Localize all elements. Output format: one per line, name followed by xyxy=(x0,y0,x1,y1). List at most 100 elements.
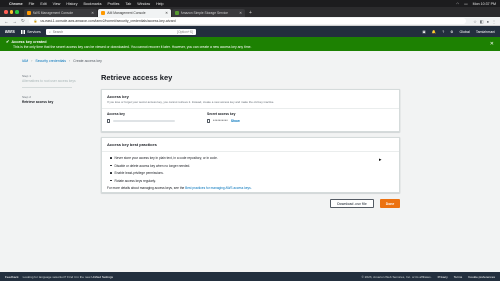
best-practices-link[interactable]: Best practices for managing AWS access k… xyxy=(185,186,252,190)
copyright-text: © 2023, Amazon Web Services, Inc. or its… xyxy=(361,274,432,279)
wizard-step-1: Step 1 Alternatives to root user access … xyxy=(22,74,82,88)
panel-title: Access key xyxy=(107,94,129,99)
download-csv-button[interactable]: Download .csv file xyxy=(330,199,374,208)
close-tab-icon[interactable]: ✕ xyxy=(165,11,168,15)
browser-toolbar: ← → ↻ 🔒 us-east-1.console.aws.amazon.com… xyxy=(0,17,500,26)
macos-menu-bar: Chrome File Edit View History Bookmarks … xyxy=(0,0,500,7)
reload-icon[interactable]: ↻ xyxy=(21,18,25,24)
battery-icon[interactable]: ▭ xyxy=(464,2,467,6)
menu-help[interactable]: Help xyxy=(156,2,163,6)
tab-title: Amazon Simple Storage Service xyxy=(180,11,228,15)
cloudshell-icon[interactable]: ▣ xyxy=(422,30,425,34)
menu-clock[interactable]: Mon 10:37 PM xyxy=(473,2,496,6)
account-menu[interactable]: Tamizhmani xyxy=(476,30,495,34)
access-key-redacted xyxy=(113,119,175,122)
browser-tab-iam[interactable]: IAM Management Console ✕ xyxy=(98,9,171,17)
aws-logo[interactable]: aws xyxy=(5,29,15,35)
wizard-steps: Step 1 Alternatives to root user access … xyxy=(22,74,82,111)
show-secret-link[interactable]: Show xyxy=(231,119,240,123)
breadcrumb-separator-icon: › xyxy=(31,59,33,63)
more-details-text: For more details about managing access k… xyxy=(107,186,394,190)
services-menu[interactable]: Services xyxy=(21,29,41,34)
maximize-window-button[interactable] xyxy=(15,10,19,14)
done-button[interactable]: Done xyxy=(380,199,400,208)
terms-link[interactable]: Terms xyxy=(454,275,462,279)
help-icon[interactable]: ? xyxy=(442,30,444,34)
unified-settings-link[interactable]: Unified Settings xyxy=(91,275,113,279)
access-key-label: Access key xyxy=(107,112,125,116)
forward-icon[interactable]: → xyxy=(13,19,18,24)
search-icon: ⌕ xyxy=(48,29,51,34)
profile-icon[interactable]: ● xyxy=(487,19,489,24)
list-item: Disable or delete access key when no lon… xyxy=(110,164,394,168)
aws-favicon-icon xyxy=(27,11,31,15)
lock-icon[interactable]: 🔒 xyxy=(34,19,38,23)
language-notice: Looking for language selection? Find it … xyxy=(23,275,113,279)
close-tab-icon[interactable]: ✕ xyxy=(239,11,242,15)
page-title: Retrieve access key xyxy=(101,73,173,82)
browser-tab-s3[interactable]: Amazon Simple Storage Service ✕ xyxy=(172,9,245,17)
minimize-window-button[interactable] xyxy=(9,10,13,14)
notifications-icon[interactable]: 🔔 xyxy=(432,30,436,34)
close-window-button[interactable] xyxy=(4,10,8,14)
menu-window[interactable]: Window xyxy=(137,2,150,6)
menu-edit[interactable]: Edit xyxy=(40,2,46,6)
services-label: Services xyxy=(27,29,41,34)
back-icon[interactable]: ← xyxy=(4,19,9,24)
new-tab-icon[interactable]: + xyxy=(249,10,252,16)
window-controls xyxy=(4,10,21,14)
panel-header: Access key If you lose or forget your se… xyxy=(102,90,399,109)
browser-tab-console-home[interactable]: AWS Management Console ✕ xyxy=(24,9,97,17)
access-key-column: Access key xyxy=(107,112,207,123)
menu-status-area: ◠ ▭ Mon 10:37 PM xyxy=(451,2,496,6)
access-key-panel: Access key If you lose or forget your se… xyxy=(101,89,400,132)
breadcrumb-security-credentials[interactable]: Security credentials xyxy=(35,59,66,63)
menu-profiles[interactable]: Profiles xyxy=(108,2,120,6)
panel-description: If you lose or forget your secret access… xyxy=(107,100,275,104)
panel-title: Access key best practices xyxy=(107,142,157,147)
feedback-link[interactable]: Feedback xyxy=(5,275,19,279)
close-tab-icon[interactable]: ✕ xyxy=(91,11,94,15)
more-details-prefix: For more details about managing access k… xyxy=(107,186,185,190)
success-flash-banner: ✔ Access key created This is the only ti… xyxy=(0,37,500,51)
breadcrumb-iam[interactable]: IAM xyxy=(22,59,28,63)
flash-title: Access key created xyxy=(11,39,47,44)
aws-search-input[interactable]: ⌕ Search [Option+S] xyxy=(45,28,196,35)
menu-app-name[interactable]: Chrome xyxy=(9,2,23,6)
step-number: Step 1 xyxy=(22,74,31,78)
flash-message: This is the only time that the secret ac… xyxy=(13,45,252,49)
practices-list: Never store your access key in plain tex… xyxy=(107,156,394,183)
close-flash-icon[interactable]: ✕ xyxy=(490,41,494,47)
access-key-value xyxy=(107,119,207,123)
wifi-icon[interactable]: ◠ xyxy=(456,2,459,6)
extensions-icon[interactable]: ◧ xyxy=(480,19,484,24)
menu-history[interactable]: History xyxy=(66,2,77,6)
step-divider xyxy=(22,86,72,88)
step-label: Alternatives to root user access keys xyxy=(22,79,76,83)
browser-tab-bar: AWS Management Console ✕ IAM Management … xyxy=(0,7,500,17)
copy-icon[interactable] xyxy=(207,119,210,123)
key-columns: Access key Secret access key ********** … xyxy=(102,109,399,126)
console-footer: Feedback Looking for language selection?… xyxy=(0,272,500,281)
menu-bookmarks[interactable]: Bookmarks xyxy=(84,2,102,6)
privacy-link[interactable]: Privacy xyxy=(438,275,448,279)
best-practices-panel: Access key best practices Never store yo… xyxy=(101,137,400,193)
menu-view[interactable]: View xyxy=(53,2,61,6)
settings-icon[interactable]: ⚙ xyxy=(450,30,453,34)
breadcrumb: IAM › Security credentials › Create acce… xyxy=(22,59,102,63)
breadcrumb-current: Create access key xyxy=(73,59,102,63)
search-placeholder: Search xyxy=(52,29,64,34)
list-item: Never store your access key in plain tex… xyxy=(110,156,394,160)
cookie-preferences-link[interactable]: Cookie preferences xyxy=(468,275,495,279)
bookmark-star-icon[interactable]: ☆ xyxy=(473,19,477,24)
address-bar[interactable]: 🔒 us-east-1.console.aws.amazon.com/iamv2… xyxy=(28,18,467,24)
secret-key-masked: ********** xyxy=(213,119,228,123)
menu-file[interactable]: File xyxy=(29,2,35,6)
list-item: Rotate access keys regularly. xyxy=(110,179,394,183)
secret-key-value: ********** Show xyxy=(207,119,307,123)
more-menu-icon[interactable]: ⋮ xyxy=(492,19,496,24)
region-selector[interactable]: Global xyxy=(459,30,469,34)
aws-nav-right: ▣ 🔔 ? ⚙ Global Tamizhmani xyxy=(416,30,495,34)
copy-icon[interactable] xyxy=(107,119,110,123)
menu-tab[interactable]: Tab xyxy=(125,2,131,6)
